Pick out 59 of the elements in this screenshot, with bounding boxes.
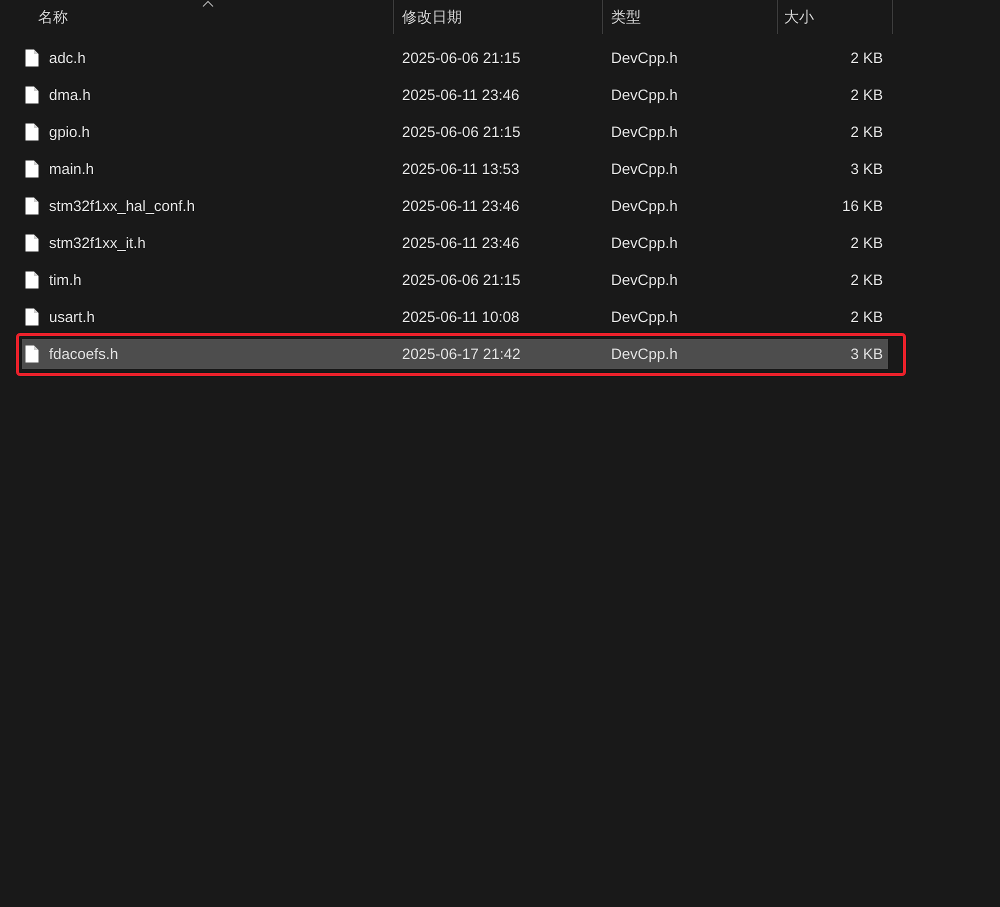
file-name: adc.h <box>49 50 86 66</box>
file-type: DevCpp.h <box>611 50 678 66</box>
file-row[interactable]: gpio.h 2025-06-06 21:15 DevCpp.h 2 KB <box>22 117 888 147</box>
file-name: main.h <box>49 160 94 178</box>
file-size: 2 KB <box>850 272 883 288</box>
file-name: stm32f1xx_hal_conf.h <box>49 198 195 214</box>
file-size: 16 KB <box>842 198 883 214</box>
file-size: 3 KB <box>850 346 883 362</box>
file-type: DevCpp.h <box>611 346 678 362</box>
file-icon <box>25 308 39 326</box>
file-size: 3 KB <box>850 160 883 178</box>
modified-date: 2025-06-06 21:15 <box>402 124 520 140</box>
file-row[interactable]: adc.h 2025-06-06 21:15 DevCpp.h 2 KB <box>22 43 888 73</box>
file-size: 2 KB <box>850 50 883 66</box>
file-type: DevCpp.h <box>611 124 678 140</box>
file-type: DevCpp.h <box>611 272 678 288</box>
modified-date: 2025-06-11 13:53 <box>402 160 520 178</box>
file-icon <box>25 345 39 363</box>
file-row[interactable]: stm32f1xx_hal_conf.h 2025-06-11 23:46 DevCpp.h 16 KB <box>22 191 888 221</box>
modified-date: 2025-06-11 23:46 <box>402 234 520 252</box>
modified-date: 2025-06-11 10:08 <box>402 308 520 326</box>
file-name: usart.h <box>49 308 95 326</box>
file-size: 2 KB <box>850 308 883 326</box>
modified-date: 2025-06-06 21:15 <box>402 272 520 288</box>
modified-date: 2025-06-17 21:42 <box>402 346 520 362</box>
file-size: 2 KB <box>850 124 883 140</box>
file-icon <box>25 197 39 215</box>
column-header[interactable]: 修改日期 <box>393 0 602 34</box>
modified-date: 2025-06-11 23:46 <box>402 198 520 214</box>
file-type: DevCpp.h <box>611 198 678 214</box>
file-type: DevCpp.h <box>611 86 678 104</box>
file-size: 2 KB <box>850 86 883 104</box>
file-icon <box>25 271 39 289</box>
file-name: fdacoefs.h <box>49 346 118 362</box>
file-row[interactable]: tim.h 2025-06-06 21:15 DevCpp.h 2 KB <box>22 265 888 295</box>
column-header[interactable]: 名称 <box>22 0 393 34</box>
file-icon <box>25 123 39 141</box>
column-header[interactable]: 类型 <box>602 0 777 34</box>
file-icon <box>25 49 39 67</box>
file-row[interactable]: stm32f1xx_it.h 2025-06-11 23:46 DevCpp.h 2 KB <box>22 228 888 258</box>
file-icon <box>25 234 39 252</box>
file-row[interactable]: usart.h 2025-06-11 10:08 DevCpp.h 2 KB <box>22 302 888 332</box>
file-icon <box>25 160 39 178</box>
file-type: DevCpp.h <box>611 234 678 252</box>
file-row[interactable]: dma.h 2025-06-11 23:46 DevCpp.h 2 KB <box>22 80 888 110</box>
sort-chevron-icon <box>202 0 214 7</box>
file-type: DevCpp.h <box>611 308 678 326</box>
column-header[interactable]: 大小 <box>777 0 893 34</box>
modified-date: 2025-06-11 23:46 <box>402 86 520 104</box>
file-name: stm32f1xx_it.h <box>49 234 146 252</box>
file-name: dma.h <box>49 86 91 104</box>
file-row[interactable]: fdacoefs.h 2025-06-17 21:42 DevCpp.h 3 KB <box>22 339 888 369</box>
file-name: tim.h <box>49 272 82 288</box>
file-icon <box>25 86 39 104</box>
file-name: gpio.h <box>49 124 90 140</box>
file-size: 2 KB <box>850 234 883 252</box>
file-type: DevCpp.h <box>611 160 678 178</box>
modified-date: 2025-06-06 21:15 <box>402 50 520 66</box>
file-row[interactable]: main.h 2025-06-11 13:53 DevCpp.h 3 KB <box>22 154 888 184</box>
